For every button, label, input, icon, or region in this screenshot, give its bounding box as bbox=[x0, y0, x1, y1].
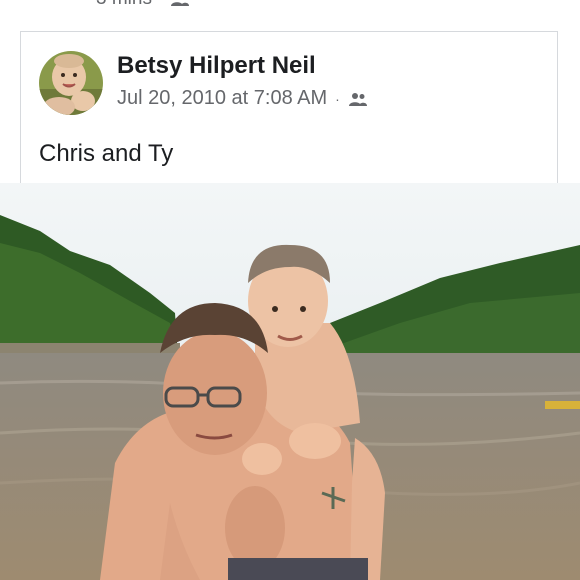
avatar[interactable] bbox=[39, 51, 103, 115]
post-caption: Chris and Ty bbox=[39, 140, 174, 167]
separator-dot: · bbox=[158, 0, 164, 10]
post-meta: Jul 20, 2010 at 7:08 AM · bbox=[117, 87, 368, 110]
friends-icon[interactable] bbox=[348, 92, 368, 106]
post-photo[interactable] bbox=[0, 183, 580, 580]
avatar-image bbox=[39, 51, 103, 115]
separator-dot: · bbox=[335, 90, 340, 107]
author-name[interactable]: Betsy Hilpert Neil bbox=[117, 52, 316, 80]
post-card: Betsy Hilpert Neil Jul 20, 2010 at 7:08 … bbox=[20, 31, 558, 191]
post-timestamp[interactable]: Jul 20, 2010 at 7:08 AM bbox=[117, 87, 327, 110]
friends-icon bbox=[171, 2, 190, 6]
previous-post-timestamp[interactable]: 3 mins bbox=[96, 0, 152, 10]
previous-post-meta: 3 mins · bbox=[96, 0, 190, 10]
photo-image bbox=[0, 183, 580, 580]
